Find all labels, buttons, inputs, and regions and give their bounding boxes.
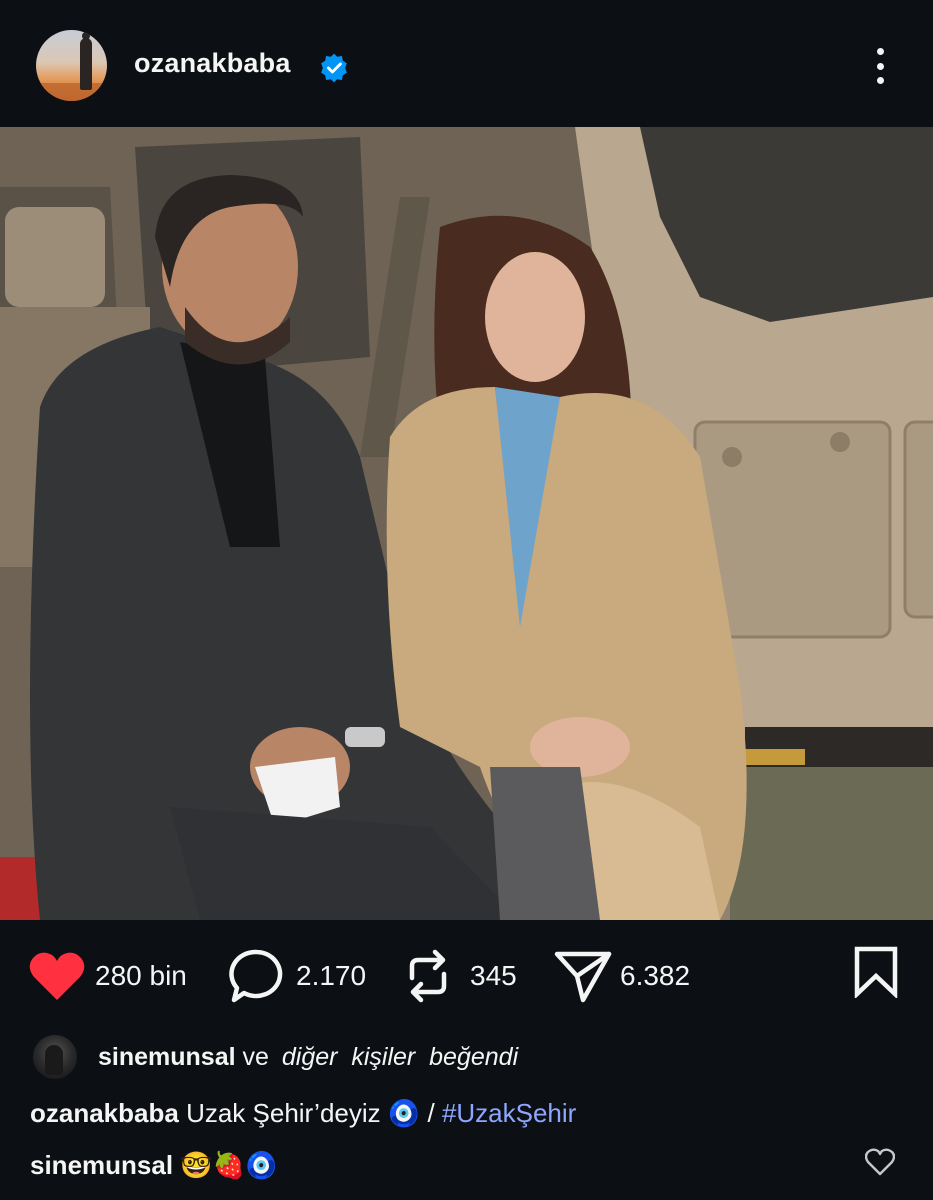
more-vertical-icon[interactable]	[860, 44, 900, 88]
repost-count[interactable]: 345	[470, 960, 517, 992]
comment-like-heart-icon[interactable]	[865, 1148, 895, 1176]
caption-text: Uzak Şehir’deyiz 🧿 /	[186, 1098, 442, 1128]
share-count[interactable]: 6.382	[620, 960, 690, 992]
author-avatar[interactable]	[36, 30, 107, 101]
like-count[interactable]: 280 bin	[95, 960, 187, 992]
liked-by-username[interactable]: sinemunsal	[98, 1043, 236, 1071]
caption-username[interactable]: ozanakbaba	[30, 1098, 179, 1128]
liked-by-connector: ve	[242, 1043, 269, 1071]
liked-by-rest[interactable]: diğer kişiler beğendi	[282, 1043, 518, 1071]
post-photo-illustration	[0, 127, 933, 920]
post-photo[interactable]	[0, 127, 933, 920]
comment-row: sinemunsal 🤓🍓🧿	[30, 1150, 277, 1181]
post-header: ozanakbaba	[0, 0, 933, 127]
share-send-icon[interactable]	[553, 948, 613, 1004]
comment-icon[interactable]	[228, 948, 286, 1004]
liker-avatar[interactable]	[33, 1035, 77, 1079]
caption-hashtag[interactable]: #UzakŞehir	[442, 1098, 576, 1128]
like-heart-icon[interactable]	[28, 950, 86, 1002]
author-username[interactable]: ozanakbaba	[134, 48, 291, 79]
liked-by-text[interactable]: sinemunsal ve diğer kişiler beğendi	[98, 1043, 518, 1072]
comment-text: 🤓🍓🧿	[180, 1150, 278, 1180]
comment-username[interactable]: sinemunsal	[30, 1150, 173, 1180]
repost-icon[interactable]	[404, 948, 452, 1004]
post-caption: ozanakbaba Uzak Şehir’deyiz 🧿 / #UzakŞeh…	[30, 1098, 576, 1129]
verified-badge-icon	[321, 53, 347, 83]
comment-count[interactable]: 2.170	[296, 960, 366, 992]
bookmark-icon[interactable]	[852, 946, 900, 998]
